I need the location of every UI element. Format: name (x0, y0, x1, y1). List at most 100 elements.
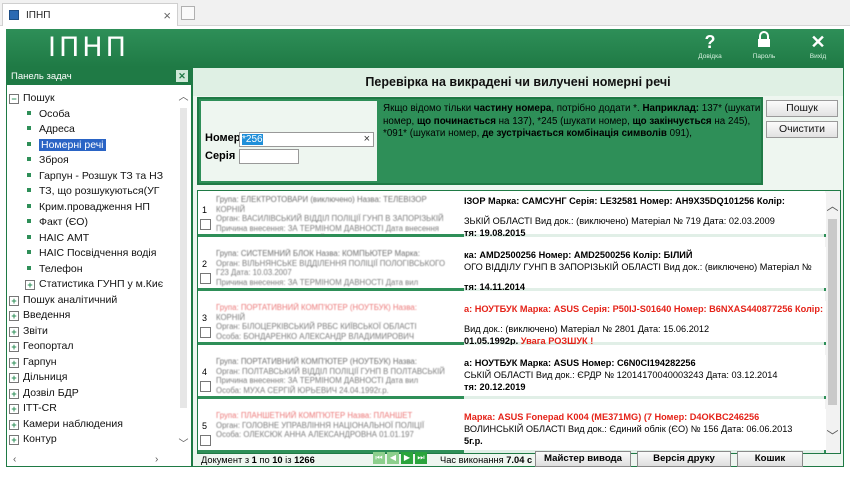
expand-icon[interactable]: + (9, 388, 19, 399)
redacted-line: Орган: ВАСИЛІВСЬКИЙ ВІДДІЛ ПОЛІЦІЇ ГУНП … (216, 214, 444, 224)
sidebar-item[interactable]: − Пошук (9, 91, 179, 107)
sidebar-item-label: Гарпун - Розшук ТЗ та НЗ (39, 169, 164, 182)
search-button[interactable]: Пошук (766, 100, 838, 117)
expand-icon[interactable]: + (9, 295, 19, 306)
first-page-icon[interactable]: ⏮ (373, 452, 385, 464)
sidebar-item[interactable]: ТЗ, що розшукуються(УГ (9, 184, 179, 200)
sidebar-item[interactable]: Гарпун - Розшук ТЗ та НЗ (9, 169, 179, 185)
close-icon: ✕ (810, 32, 826, 52)
doc-total: 1266 (294, 455, 315, 465)
exit-label: Вихід (809, 53, 827, 60)
next-page-icon[interactable]: ▶ (401, 452, 413, 464)
result-line (464, 315, 824, 323)
cart-button[interactable]: Кошик (737, 451, 803, 467)
hint-segment: , потрібно додати *. (551, 103, 643, 114)
scroll-right-icon[interactable]: › (155, 454, 158, 465)
output-wizard-button[interactable]: Майстер вивода (535, 451, 631, 467)
result-checkbox[interactable] (200, 273, 211, 284)
task-panel-header: Панель задач ✕ (7, 68, 191, 85)
result-row: 3 Група: ПОРТАТИВНИЙ КОМП'ЮТЕР (НОУТБУК) … (198, 301, 826, 345)
sidebar-item[interactable]: + Пошук аналітичний (9, 293, 179, 309)
sidebar-item[interactable]: + Дільниця (9, 370, 179, 386)
sidebar-item[interactable]: + Гарпун (9, 355, 179, 371)
expand-icon[interactable]: + (9, 342, 19, 352)
sidebar-item[interactable]: НАІС Посвідчення водія (9, 246, 179, 262)
result-details[interactable]: ка: AMD2500256 Номер: AMD2500256 Колір: … (464, 249, 824, 291)
sidebar-item[interactable]: + Геопортал (9, 339, 179, 355)
result-row: 5 Група: ПЛАНШЕТНИЙ КОМП'ЮТЕР Назва: ПЛАН… (198, 409, 826, 453)
hint-segment: що починається (416, 115, 496, 127)
results-scroll-up-icon[interactable]: ︿ (825, 200, 840, 212)
expand-icon[interactable]: + (9, 311, 19, 321)
help-button[interactable]: ? Довідка (690, 31, 730, 60)
panel-close-icon[interactable]: ✕ (176, 70, 188, 82)
results-scrollbar[interactable]: ︿ ﹀ (825, 191, 840, 453)
tab-close-icon[interactable]: × (163, 8, 171, 23)
sidebar-item[interactable]: Крим.провадження НП (9, 200, 179, 216)
result-line: ЗЬКІЙ ОБЛАСТІ Вид док.: (виключено) Мате… (464, 216, 775, 226)
app-logo: ІПНП (48, 32, 129, 63)
result-details[interactable]: а: НОУТБУК Марка: ASUS Серія: P50IJ-S016… (464, 303, 824, 345)
sidebar-item[interactable]: Особа (9, 107, 179, 123)
sidebar-item[interactable]: + ITT-CR (9, 401, 179, 417)
scroll-down-icon[interactable]: ﹀ (178, 439, 189, 450)
sidebar-item[interactable]: НАІС АМТ (9, 231, 179, 247)
result-checkbox[interactable] (200, 381, 211, 392)
prev-page-icon[interactable]: ◀ (387, 452, 399, 464)
sidebar-item[interactable]: + Статистика ГУНП у м.Киє (9, 277, 179, 293)
task-tree: − Пошук Особа Адреса Номерні речі Зброя Гарпун… (9, 91, 179, 451)
result-line: 01.05.1992р. Увага РОЗШУК ! (464, 335, 824, 345)
collapse-icon[interactable]: − (9, 94, 19, 104)
expand-icon[interactable]: + (9, 326, 19, 337)
sidebar-item[interactable]: + Звіти (9, 324, 179, 340)
result-checkbox[interactable] (200, 327, 211, 338)
sidebar-item[interactable]: Зброя (9, 153, 179, 169)
task-panel: Панель задач ✕ − Пошук Особа Адреса Номерні … (6, 67, 192, 467)
password-button[interactable]: Пароль (744, 31, 784, 60)
sidebar-item[interactable]: Адреса (9, 122, 179, 138)
new-tab-button[interactable] (181, 6, 195, 20)
result-details[interactable]: а: НОУТБУК Марка: ASUS Номер: C6N0CI1942… (464, 357, 824, 399)
sidebar-item[interactable]: + Камери наблюдения (9, 417, 179, 433)
clear-button[interactable]: Очистити (766, 121, 838, 138)
sidebar-item-label: Телефон (39, 262, 83, 275)
redacted-line: Орган: ВІЛЬНЯНСЬКЕ ВІДДІЛЕННЯ ПОЛІЦІЇ ПО… (216, 258, 446, 268)
print-version-button[interactable]: Версія друку (637, 451, 731, 467)
tree-vertical-scrollbar[interactable]: ︿ ﹀ (178, 90, 189, 452)
scroll-up-icon[interactable]: ︿ (178, 92, 189, 103)
sidebar-item[interactable]: Телефон (9, 262, 179, 278)
browser-tab[interactable]: ІПНП × (2, 3, 178, 26)
expand-icon[interactable]: + (9, 435, 19, 445)
results-scroll-down-icon[interactable]: ﹀ (825, 430, 840, 442)
tree-horizontal-scrollbar[interactable]: ‹ › (9, 454, 191, 465)
wanted-alert: Увага РОЗШУК ! (520, 336, 594, 345)
result-details[interactable]: ІЗОР Марка: САМСУНГ Серія: LE32581 Номер… (464, 195, 824, 237)
result-row: 1 Група: ЕЛЕКТРОТОВАРИ (виключено) Назва:… (198, 193, 826, 237)
hint-segment: що закінчується (632, 115, 712, 127)
sidebar-item[interactable]: Номерні речі (9, 138, 179, 154)
series-input[interactable] (239, 149, 299, 164)
expand-icon[interactable]: + (9, 419, 19, 430)
expand-icon[interactable]: + (9, 404, 19, 414)
last-page-icon[interactable]: ⏭ (415, 452, 427, 464)
result-checkbox[interactable] (200, 219, 211, 230)
expand-icon[interactable]: + (25, 280, 35, 290)
clear-input-icon[interactable]: × (364, 133, 370, 146)
scroll-left-icon[interactable]: ‹ (13, 454, 16, 465)
number-input[interactable]: *256 × (239, 132, 374, 147)
bullet-icon (27, 250, 31, 255)
tree-scroll-thumb[interactable] (180, 108, 187, 408)
sidebar-item[interactable]: + Контур (9, 432, 179, 448)
results-scroll-thumb[interactable] (828, 219, 837, 405)
result-details[interactable]: Марка: ASUS Fonepad K004 (ME371MG) (7 Но… (464, 411, 824, 453)
exit-button[interactable]: ✕ Вихід (798, 31, 838, 60)
sidebar-item[interactable]: Факт (ЄО) (9, 215, 179, 231)
sidebar-item[interactable]: + Дозвіл БДР (9, 386, 179, 402)
sidebar-item-label: Геопортал (23, 340, 74, 352)
sidebar-item-label: ТЗ, що розшукуються(УГ (39, 185, 160, 197)
expand-icon[interactable]: + (9, 357, 19, 368)
sidebar-item[interactable]: + Введення (9, 308, 179, 324)
result-checkbox[interactable] (200, 435, 211, 446)
expand-icon[interactable]: + (9, 373, 19, 383)
exec-value: 7.04 с (506, 455, 533, 465)
